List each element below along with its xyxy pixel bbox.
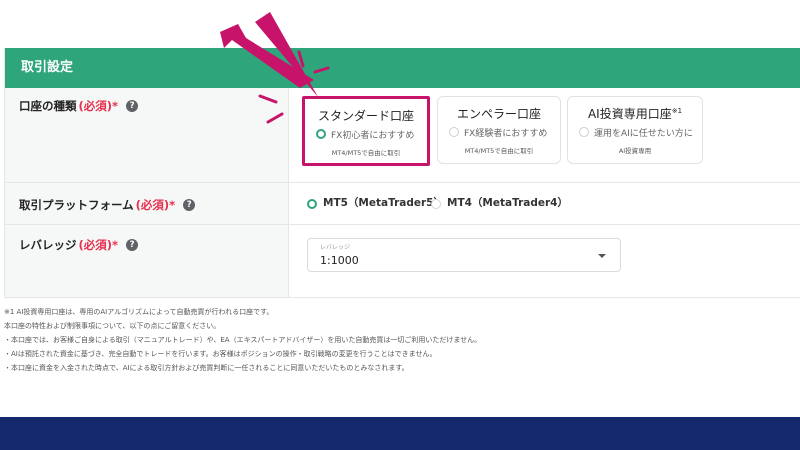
required-mark: (必須)*: [78, 238, 119, 252]
radio-standard[interactable]: [316, 129, 326, 139]
help-icon[interactable]: ?: [126, 239, 139, 251]
platform-row: 取引プラットフォーム (必須)* ? MT5（MetaTrader5） MT4（…: [5, 183, 800, 225]
label-cell: レバレッジ (必須)* ?: [5, 225, 289, 297]
note-line: ※1 AI投資専用口座は、専用のAIアルゴリズムによって自動売買が行われる口座で…: [4, 308, 274, 316]
chevron-down-icon[interactable]: [598, 254, 606, 258]
note-line: 本口座の特性および制限事項について、以下の点にご留意ください。: [4, 322, 221, 330]
leverage-label: レバレッジ (必須)* ?: [19, 237, 139, 253]
platform-label: 取引プラットフォーム (必須)* ?: [19, 197, 196, 213]
option-mt5-label[interactable]: MT5（MetaTrader5）: [323, 195, 444, 210]
footer-band: [0, 417, 800, 450]
radio-mt4[interactable]: [431, 199, 441, 209]
note-line: ・本口座では、お客様ご自身による取引（マニュアルトレード）や、EA（エキスパート…: [4, 336, 482, 344]
help-icon[interactable]: ?: [126, 100, 139, 112]
account-option-ai[interactable]: AI投資専用口座※1 運用をAIに任せたい方に AI投資専用: [567, 96, 703, 164]
trade-settings-card: 取引設定 口座の種類 (必須)* ? スタンダード口座 FX初心者におすすめ M…: [4, 48, 800, 298]
label-cell: 口座の種類 (必須)* ?: [5, 88, 289, 182]
note-line: ・AIは預託された資金に基づき、完全自動でトレードを行います。お客様はポジション…: [4, 350, 437, 358]
select-value: 1:1000: [320, 254, 359, 267]
account-type-label: 口座の種類 (必須)* ?: [19, 98, 139, 114]
radio-ai[interactable]: [579, 127, 589, 137]
account-type-row: 口座の種類 (必須)* ? スタンダード口座 FX初心者におすすめ MT4/MT…: [5, 88, 800, 183]
help-icon[interactable]: ?: [183, 199, 196, 211]
notes: ※1 AI投資専用口座は、専用のAIアルゴリズムによって自動売買が行われる口座で…: [4, 305, 481, 375]
account-option-emperor[interactable]: エンペラー口座 FX経験者におすすめ MT4/MT5で自由に取引: [437, 96, 561, 164]
select-caption: レバレッジ: [320, 244, 351, 251]
note-line: ・本口座に資金を入金された時点で、AIによる取引方針および売買判断に一任されるこ…: [4, 364, 409, 372]
radio-emperor[interactable]: [449, 127, 459, 137]
option-mt4-label[interactable]: MT4（MetaTrader4）: [447, 195, 568, 210]
account-option-standard[interactable]: スタンダード口座 FX初心者におすすめ MT4/MT5で自由に取引: [302, 96, 430, 166]
leverage-row: レバレッジ (必須)* ? レバレッジ 1:1000: [5, 225, 800, 298]
leverage-select[interactable]: レバレッジ 1:1000: [307, 238, 621, 272]
required-mark: (必須)*: [78, 99, 119, 113]
required-mark: (必須)*: [135, 198, 176, 212]
radio-mt5[interactable]: [307, 199, 317, 209]
label-cell: 取引プラットフォーム (必須)* ?: [5, 183, 289, 224]
section-header: 取引設定: [5, 48, 800, 88]
